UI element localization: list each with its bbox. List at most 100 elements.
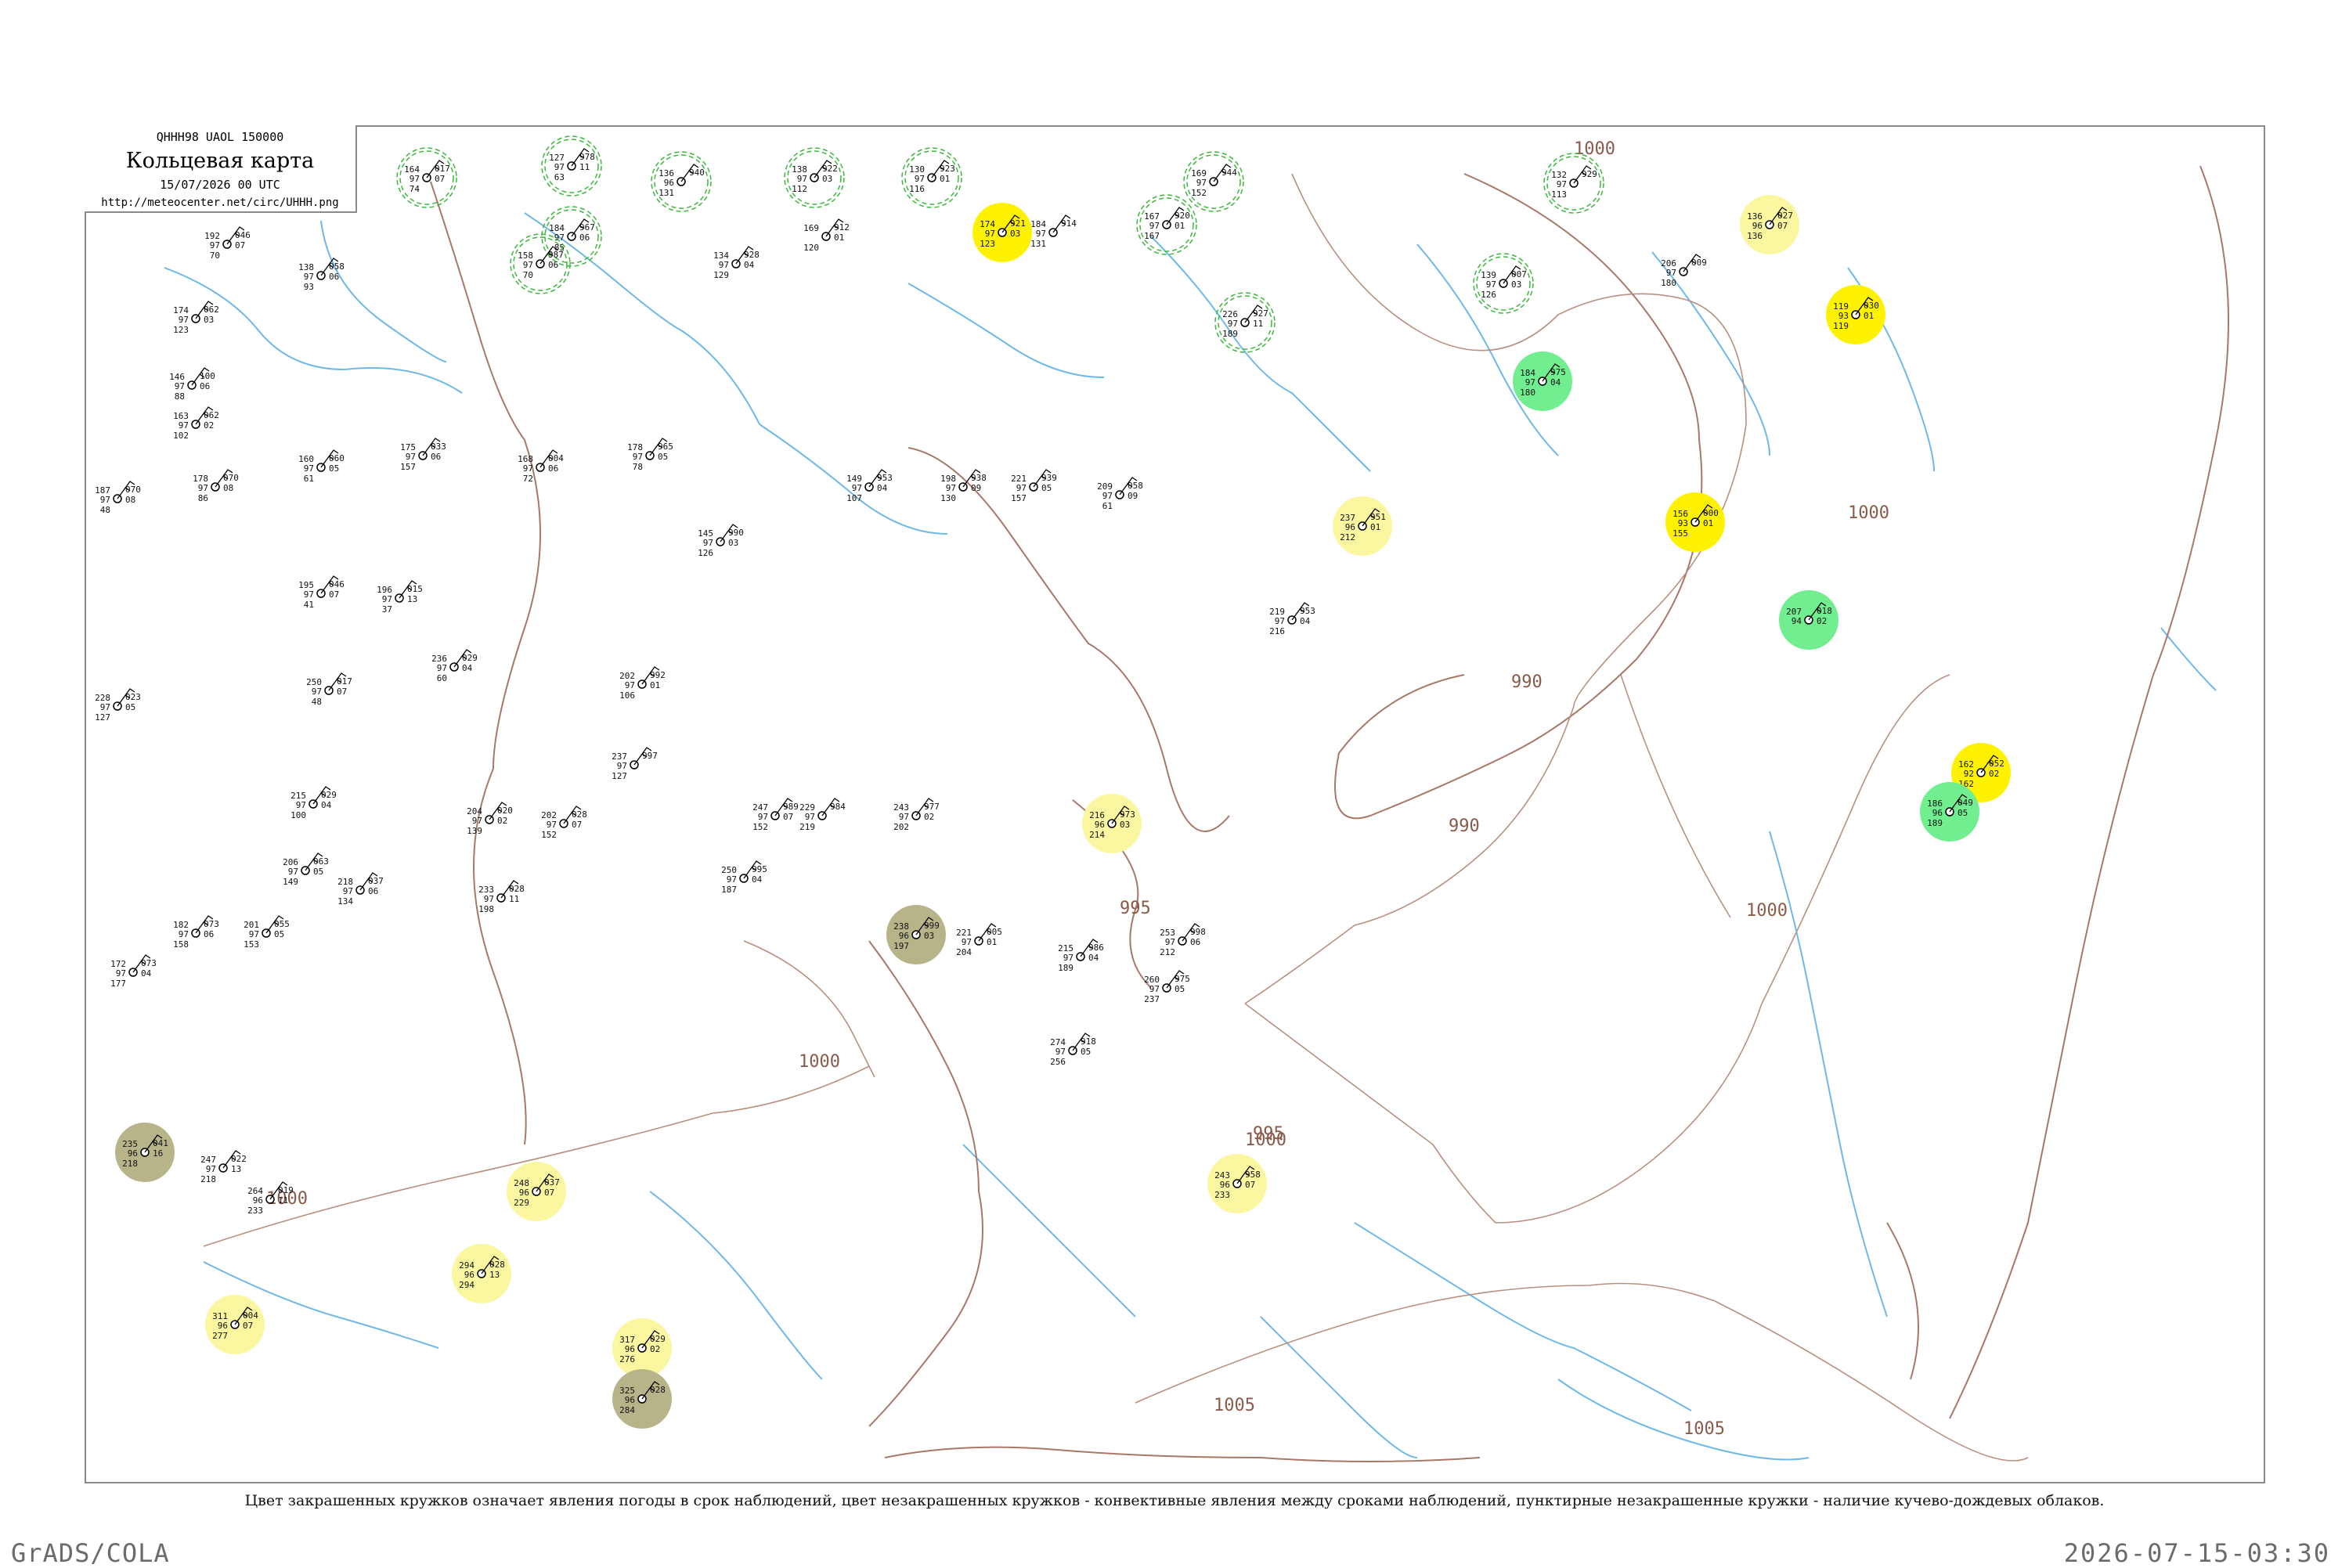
station-model[interactable]: 209 05897 0961 <box>1097 477 1143 511</box>
station-model[interactable]: 169 91201 120 <box>803 218 850 253</box>
station-model[interactable]: 145 99097 03126 <box>698 524 744 558</box>
station-model[interactable]: 215 98697 04189 <box>1058 939 1104 973</box>
station-tendency: 07 <box>1245 1180 1255 1190</box>
station-model[interactable]: 228 02397 05127 <box>95 688 141 723</box>
station-model[interactable]: 192 04697 0770 <box>204 226 251 261</box>
station-model[interactable]: 317 02996 02276 <box>612 1318 672 1378</box>
station-model[interactable]: 207 01894 02 <box>1779 590 1838 650</box>
station-pressure: 989 <box>783 802 799 812</box>
station-model[interactable]: 136 94096131 <box>651 151 712 212</box>
station-model[interactable]: 169 94497152 <box>1183 151 1244 212</box>
station-pressure: 000 <box>1703 508 1719 518</box>
station-model[interactable]: 311 00496 07277 <box>205 1295 265 1354</box>
station-model[interactable]: 235 04196 16218 <box>115 1123 175 1182</box>
station-model[interactable]: 250 01797 0748 <box>306 672 352 707</box>
station-model[interactable]: 202 99297 01106 <box>619 666 666 701</box>
station-pressure: 958 <box>1245 1170 1261 1180</box>
station-model[interactable]: 184 91497131 <box>1030 214 1077 249</box>
station-model[interactable]: 160 06097 0561 <box>298 449 345 484</box>
station-model[interactable]: 206 00997180 <box>1661 254 1707 288</box>
station-model[interactable]: 247 98997 07152 <box>752 798 799 832</box>
station-model[interactable]: 174 06297 03123 <box>173 301 219 335</box>
station-model[interactable]: 202 02897 07152 <box>541 806 587 840</box>
station-model[interactable]: 237 99797127 <box>612 747 658 781</box>
station-dewpoint: 96 <box>625 1344 635 1354</box>
station-model[interactable]: 250 99597 04187 <box>721 860 767 895</box>
station-model[interactable]: 172 07397 04177 <box>110 954 157 989</box>
station-model[interactable]: 164 01797 0774 <box>396 147 457 208</box>
station-tendency: 02 <box>650 1344 660 1354</box>
station-model[interactable]: 182 07397 06158 <box>173 915 219 950</box>
station-model[interactable]: 146 10097 0688 <box>169 367 215 402</box>
station-pressure: 007 <box>1511 269 1527 279</box>
map-url[interactable]: http://meteocenter.net/circ/UHHH.png <box>85 196 355 209</box>
station-model[interactable]: 136 02796 07136 <box>1740 195 1799 254</box>
station-pressure: 037 <box>368 876 384 886</box>
station-model[interactable]: 195 04697 0741 <box>298 575 345 610</box>
station-model[interactable]: 294 02896 13294 <box>452 1244 511 1303</box>
station-model[interactable]: 127 97897 1163 <box>541 135 602 196</box>
station-dewpoint: 96 <box>1095 820 1105 830</box>
station-model[interactable]: 216 97396 03214 <box>1082 794 1142 853</box>
station-dewpoint: 97 <box>343 886 353 896</box>
station-model[interactable]: 119 03093 01119 <box>1826 285 1885 344</box>
station-model[interactable]: 134 92897 04129 <box>713 246 760 280</box>
station-model[interactable]: 325 02896284 <box>612 1369 672 1429</box>
station-dewpoint: 96 <box>1932 808 1943 818</box>
station-pressure: 920 <box>1174 211 1190 221</box>
station-model[interactable]: 198 93897 09130 <box>940 469 987 503</box>
station-tendency: 01 <box>650 680 660 690</box>
station-tendency: 05 <box>1958 808 1968 818</box>
station-model[interactable]: 204 02097 02139 <box>467 802 513 836</box>
station-model[interactable]: 178 07097 0886 <box>193 469 239 503</box>
station-tendency: 03 <box>1120 820 1130 830</box>
station-model[interactable]: 260 97597 05237 <box>1144 970 1190 1004</box>
station-tendency: 03 <box>1511 279 1521 290</box>
station-model[interactable]: 264 01996 11233 <box>247 1181 294 1216</box>
station-model[interactable]: 187 07097 0848 <box>95 481 141 515</box>
station-model[interactable]: 219 95397 04216 <box>1269 602 1315 636</box>
station-model[interactable]: 149 95397 04107 <box>846 469 893 503</box>
station-dewpoint: 97 <box>437 663 447 673</box>
station-model[interactable]: 163 06297 02102 <box>173 406 219 441</box>
station-model[interactable]: 248 03796 07229 <box>507 1162 566 1221</box>
station-model[interactable]: 253 99897 06212 <box>1160 923 1206 957</box>
station-model[interactable]: 184 97597 04180 <box>1513 351 1572 411</box>
station-model[interactable]: 175 03397 06157 <box>400 438 446 472</box>
station-model[interactable]: 233 02897 11198 <box>478 880 525 914</box>
station-model[interactable]: 206 06397 05149 <box>283 852 329 887</box>
station-pressure: 965 <box>658 442 673 452</box>
station-model[interactable]: 196 01597 1337 <box>377 580 423 615</box>
station-dewpoint: 97 <box>962 937 972 947</box>
station-model[interactable]: 201 05597 05153 <box>244 915 290 950</box>
station-model[interactable]: 218 03797 06134 <box>337 872 384 907</box>
station-model[interactable]: 237 95196 01212 <box>1333 496 1392 556</box>
station-model[interactable]: 221 00597 01204 <box>956 923 1002 957</box>
station-model[interactable]: 215 02997 04100 <box>290 786 337 820</box>
station-model[interactable]: 243 97797 02202 <box>893 798 940 832</box>
station-model[interactable]: 236 02997 0460 <box>431 649 478 683</box>
station-model[interactable]: 229 98497219 <box>799 798 846 832</box>
station-model[interactable]: 138 92297 03112 <box>784 147 845 208</box>
station-model[interactable]: 238 99996 03197 <box>886 905 946 964</box>
station-model[interactable]: 167 92097 01167 <box>1136 194 1197 255</box>
map-canvas[interactable]: 1000 995 990 990 1000 1000 995 1000 1000… <box>86 127 2265 1483</box>
station-model[interactable]: 130 92397 01116 <box>901 147 962 208</box>
station-tendency: 01 <box>834 232 844 243</box>
station-model[interactable]: 132 92997113 <box>1543 153 1604 214</box>
station-model[interactable]: 243 95896 07233 <box>1207 1154 1267 1213</box>
station-model[interactable]: 138 05897 0693 <box>298 258 345 292</box>
station-model[interactable]: 168 00497 0672 <box>518 449 564 484</box>
station-model[interactable]: 186 04996 05189 <box>1920 782 1979 842</box>
station-model[interactable]: 139 00797 03126 <box>1473 253 1534 314</box>
station-model[interactable]: 174 92197 03123 <box>972 203 1032 262</box>
station-tendency: 03 <box>728 538 738 548</box>
station-visibility: 74 <box>410 184 420 194</box>
station-model[interactable]: 156 00093 01155 <box>1665 492 1725 552</box>
station-dewpoint: 96 <box>1752 221 1763 231</box>
station-model[interactable]: 178 96597 0578 <box>627 438 673 472</box>
station-visibility: 60 <box>437 673 447 683</box>
station-model[interactable]: 274 91897 05256 <box>1050 1033 1096 1067</box>
station-model[interactable]: 247 02297 13218 <box>200 1150 247 1184</box>
station-model[interactable]: 221 93997 05157 <box>1011 469 1057 503</box>
